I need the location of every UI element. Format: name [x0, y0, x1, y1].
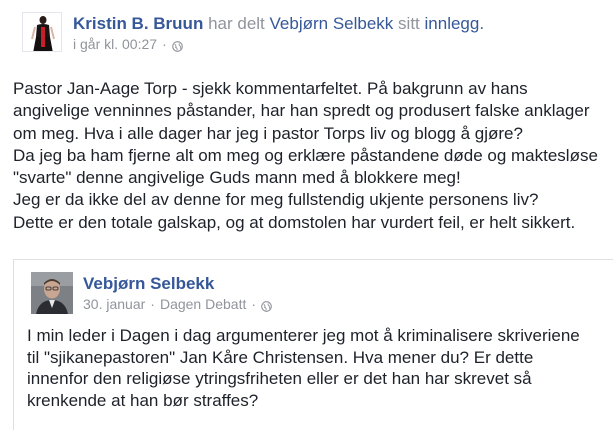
shared-post-date[interactable]: 30. januar [83, 296, 145, 312]
shared-body-line: til "sjikanepastoren" Jan Kåre Christens… [27, 347, 534, 367]
post-body-line: angivelige venninnes påstander, har han … [13, 101, 590, 121]
suffix-text: sitt [398, 14, 420, 33]
shared-post-header: Vebjørn Selbekk 30. januar · Dagen Debat… [31, 272, 272, 314]
shared-body-line: innenfor den religiøse ytringsfriheten e… [27, 369, 532, 388]
shared-owner-link[interactable]: Vebjørn Selbekk [270, 14, 394, 33]
post-timestamp[interactable]: i går kl. 00:27 [73, 36, 157, 52]
post-header: Kristin B. Bruun har delt Vebjørn Selbek… [22, 12, 484, 52]
post-body-line: Da jeg ba ham fjerne alt om meg og erklæ… [13, 145, 598, 165]
shared-post-source[interactable]: Dagen Debatt [160, 296, 246, 312]
post-body-line: Pastor Jan-Aage Torp - sjekk kommentarfe… [13, 79, 528, 98]
author-name-link[interactable]: Kristin B. Bruun [73, 14, 203, 33]
post-body-line: Jeg er da ikke del av denne for meg full… [13, 190, 539, 210]
post-body-line: Dette er den totale galskap, og at domst… [13, 212, 576, 232]
shared-author-line: Vebjørn Selbekk [83, 273, 272, 295]
action-text: har delt [208, 14, 265, 33]
post-title-line: Kristin B. Bruun har delt Vebjørn Selbek… [73, 13, 484, 35]
globe-icon[interactable] [261, 299, 272, 312]
meta-separator: · [150, 296, 155, 312]
shared-post-body: I min leder i Dagen i dag argumenterer j… [27, 325, 613, 411]
avatar[interactable] [31, 272, 73, 314]
shared-post-meta: 30. januar · Dagen Debatt · [83, 296, 272, 312]
meta-separator: · [251, 296, 257, 312]
shared-author-link[interactable]: Vebjørn Selbekk [83, 274, 214, 293]
meta-separator: · [162, 36, 167, 52]
shared-body-line: krenkende at han bør straffes? [27, 390, 259, 410]
avatar[interactable] [22, 12, 62, 52]
globe-icon[interactable] [171, 39, 183, 52]
facebook-post: Kristin B. Bruun har delt Vebjørn Selbek… [0, 0, 613, 430]
post-meta: i går kl. 00:27 · [73, 36, 484, 52]
shared-post-card[interactable]: Vebjørn Selbekk 30. januar · Dagen Debat… [13, 259, 613, 430]
post-body-line: om meg. Hva i alle dager har jeg i pasto… [13, 123, 523, 143]
post-body-line: "svarte" denne angivelige Guds mann med … [13, 168, 461, 188]
shared-body-line: I min leder i Dagen i dag argumenterer j… [27, 326, 580, 345]
shared-object-link[interactable]: innlegg. [425, 14, 485, 33]
post-body: Pastor Jan-Aage Torp - sjekk kommentarfe… [13, 78, 608, 234]
